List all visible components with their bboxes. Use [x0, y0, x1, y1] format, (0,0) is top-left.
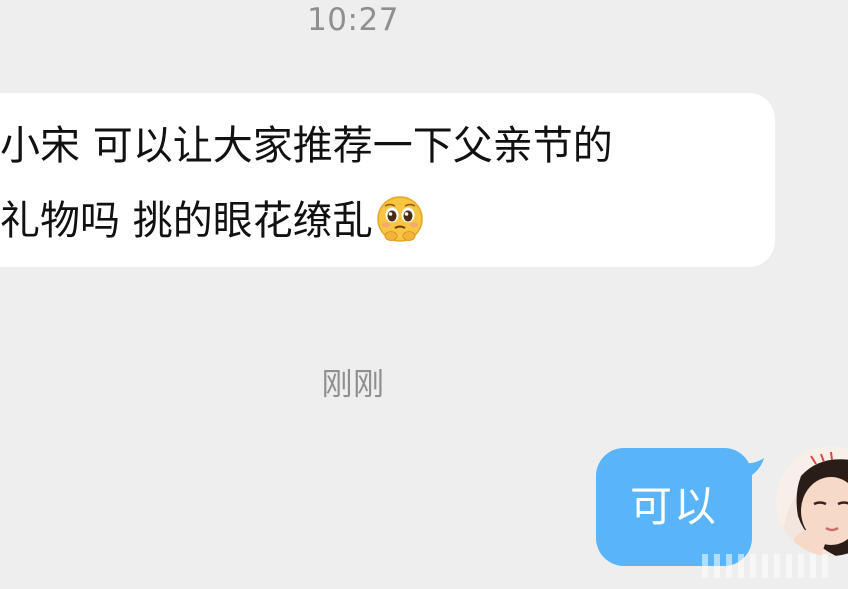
watermark-icon — [702, 554, 828, 578]
incoming-message-line-1: 小宋 可以让大家推荐一下父亲节的 — [0, 123, 613, 169]
user-avatar[interactable] — [776, 446, 848, 556]
incoming-message-bubble[interactable]: 小宋 可以让大家推荐一下父亲节的 礼物吗 挑的眼花缭乱 — [0, 93, 775, 267]
timestamp-top: 10:27 — [307, 2, 399, 38]
incoming-message-line-2-text: 礼物吗 挑的眼花缭乱 — [0, 198, 373, 244]
timestamp-bottom: 刚刚 — [321, 367, 385, 403]
incoming-message-line-2: 礼物吗 挑的眼花缭乱 — [0, 194, 425, 244]
pleading-face-emoji-icon — [375, 194, 425, 244]
